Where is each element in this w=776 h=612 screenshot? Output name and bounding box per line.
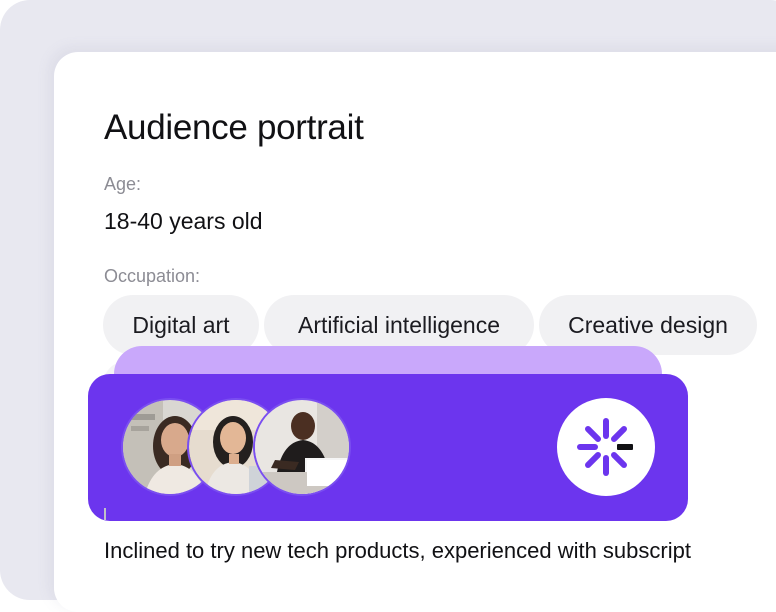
- hidden-section-marker: [104, 508, 118, 520]
- age-label: Age:: [104, 174, 142, 194]
- audience-description: Inclined to try new tech products, exper…: [104, 538, 691, 563]
- occupation-label: Occupation:: [104, 266, 201, 286]
- age-value: 18-40 years old: [104, 208, 263, 234]
- spark-logo-icon: [557, 398, 655, 496]
- man-at-computer-avatar: [253, 398, 351, 496]
- page-title: Audience portrait: [104, 108, 364, 147]
